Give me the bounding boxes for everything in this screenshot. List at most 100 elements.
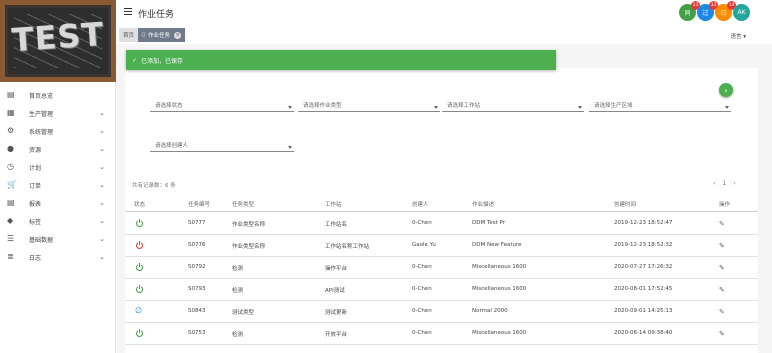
logo-text: TEST xyxy=(10,14,106,60)
notification-button-0[interactable]: 同 23 xyxy=(679,1,700,21)
column-header[interactable]: 状态 xyxy=(134,200,145,208)
sidebar-item-label: 资源 xyxy=(29,146,42,154)
sidebar-item-7[interactable]: ◆ 标签 ⌄ xyxy=(0,212,116,230)
link-icon: ∅ xyxy=(135,306,142,315)
chevron-down-icon: ⌄ xyxy=(99,217,105,225)
table-cell-time: 2020-06-14 09:38:40 xyxy=(614,330,673,336)
table-cell-creator: 0-Chen xyxy=(412,308,432,314)
edit-icon[interactable]: ✎ xyxy=(719,308,725,316)
column-header[interactable]: 任务类型 xyxy=(232,200,254,208)
tab-home[interactable]: 首页 xyxy=(119,28,139,42)
language-selector[interactable]: 语言 ▾ xyxy=(730,32,746,40)
sidebar-item-6[interactable]: ▤ 报表 ⌄ xyxy=(0,194,116,212)
filter-select-0[interactable]: 请选择状态 xyxy=(150,100,294,112)
tag-icon: ◆ xyxy=(7,216,14,225)
sidebar-item-3[interactable]: ● 资源 ⌄ xyxy=(0,140,116,158)
sidebar: TEST ▤ 首页总览 ▦ 生产管理 ⌄ ⚙ 系统管理 ⌄ ● 资源 ⌄ ◷ 计划 ⌄ 🛒 订单 ⌄ ▤ 报表 ⌄ ◆ 标… xyxy=(0,0,116,353)
notification-button-1[interactable]: 过 33 xyxy=(697,1,718,21)
table-cell-type: 测试类型 xyxy=(232,310,255,316)
doc-icon: ▤ xyxy=(7,198,15,207)
power-icon xyxy=(136,219,143,227)
column-header[interactable]: 操作 xyxy=(719,200,730,208)
table-cell-creator: Gaole Yu xyxy=(412,242,436,248)
edit-icon[interactable]: ✎ xyxy=(719,286,725,294)
sidebar-item-0[interactable]: ▤ 首页总览 xyxy=(0,86,116,104)
table-cell-type: 检测 xyxy=(232,332,244,338)
dropdown-arrow-icon xyxy=(434,106,438,109)
sidebar-item-2[interactable]: ⚙ 系统管理 ⌄ xyxy=(0,122,116,140)
table-cell-time: 2020-08-01 17:52:45 xyxy=(614,286,673,292)
pagination: ‹ 1 › xyxy=(713,180,736,187)
sidebar-item-5[interactable]: 🛒 订单 ⌄ xyxy=(0,176,116,194)
cart-icon: 🛒 xyxy=(7,180,17,189)
sidebar-item-8[interactable]: ☰ 基础数据 ⌄ xyxy=(0,230,116,248)
next-page-button[interactable]: › xyxy=(733,180,735,187)
filter-select-1[interactable]: 请选择作业类型 xyxy=(298,100,440,112)
table-cell-station: 工作站名 xyxy=(325,222,348,228)
notification-button-2[interactable]: 日 14 xyxy=(715,1,736,21)
table-cell-time: 2019-12-23 18:52:47 xyxy=(614,220,673,226)
filter-select-3[interactable]: 请选择生产区域 xyxy=(589,100,731,112)
circle-icon: ● xyxy=(7,144,14,153)
sidebar-item-1[interactable]: ▦ 生产管理 ⌄ xyxy=(0,104,116,122)
table-cell-creator: 0-Chen xyxy=(412,330,432,336)
chevron-down-icon: ⌄ xyxy=(99,253,105,261)
table-cell-station: 测试更新 xyxy=(325,310,348,316)
power-icon xyxy=(136,241,143,249)
column-header[interactable]: 工作站 xyxy=(325,200,342,208)
table-row[interactable]: ∅ S0843 测试类型 测试更新 0-Chen Normal 2000 2020-09-0… xyxy=(125,301,758,323)
table-row[interactable]: S0753 检测 开放平台 0-Chen Miscellaneous 1600 2020-… xyxy=(125,323,758,345)
table-cell-id: S0843 xyxy=(188,308,206,314)
table-cell-time: 2020-07-27 17:26:32 xyxy=(614,264,673,270)
prev-page-button[interactable]: ‹ xyxy=(713,180,715,187)
close-icon[interactable]: × xyxy=(174,31,182,39)
logo: TEST xyxy=(0,0,116,82)
page-title: 作业任务 xyxy=(138,10,175,20)
sidebar-menu: ▤ 首页总览 ▦ 生产管理 ⌄ ⚙ 系统管理 ⌄ ● 资源 ⌄ ◷ 计划 ⌄ 🛒 订单 ⌄ ▤ 报表 ⌄ ◆ 标签 ⌄ ☰ 基础… xyxy=(0,86,116,266)
filter-select-2[interactable]: 请选择工作站 xyxy=(442,100,584,112)
language-label: 语言 xyxy=(730,34,742,40)
notification-label: 日 xyxy=(720,10,727,17)
edit-icon[interactable]: ✎ xyxy=(719,220,725,228)
power-icon xyxy=(136,285,143,293)
edit-icon[interactable]: ✎ xyxy=(719,242,725,250)
column-header[interactable]: 作业描述 xyxy=(472,200,494,208)
table-row[interactable]: S0793 检测 API测试 0-Chen Miscellaneous 1600 2020… xyxy=(125,279,758,301)
table-row[interactable]: S0777 作业类型名称 工作站名 0-Chen DDM Test Pr 2019-12-… xyxy=(125,213,758,235)
sidebar-item-9[interactable]: ≣ 日志 ⌄ xyxy=(0,248,116,266)
table-cell-station: 开放平台 xyxy=(325,332,348,338)
sidebar-item-4[interactable]: ◷ 计划 ⌄ xyxy=(0,158,116,176)
table-cell-station: 工作站名称工作站 xyxy=(325,244,370,250)
filter-label: 请选择工作站 xyxy=(447,103,481,109)
notification-label: 过 xyxy=(702,10,709,17)
table-cell-type: 作业类型名称 xyxy=(232,222,266,228)
table-row[interactable]: S0776 作业类型名称 工作站名称工作站 Gaole Yu DDM New Featu… xyxy=(125,235,758,257)
expand-arrow-button[interactable]: › xyxy=(719,83,733,97)
hamburger-menu-icon[interactable] xyxy=(124,8,132,16)
table-cell-desc: Miscellaneous 1600 xyxy=(472,264,527,270)
column-header[interactable]: 创建时间 xyxy=(614,200,636,208)
chevron-down-icon: ⌄ xyxy=(99,145,105,153)
notification-label: 同 xyxy=(684,10,691,17)
table-cell-creator: 0-Chen xyxy=(412,220,432,226)
filter-select-4[interactable]: 请选择创建人 xyxy=(150,140,294,152)
notification-button-3[interactable]: AK xyxy=(733,4,750,21)
sidebar-item-label: 基础数据 xyxy=(29,236,54,244)
page-number[interactable]: 1 xyxy=(722,180,726,187)
column-header[interactable]: 创建人 xyxy=(412,200,429,208)
table-header: 状态 任务编号 任务类型 工作站 创建人 作业描述 创建时间 操作 xyxy=(125,194,758,212)
power-icon xyxy=(136,329,143,337)
column-header[interactable]: 任务编号 xyxy=(188,200,210,208)
toast-message: 已添加，已保存 xyxy=(141,57,184,65)
dashboard-icon: ▤ xyxy=(7,90,15,99)
tab-label: 作业任务 xyxy=(148,33,171,39)
clock-icon: ◷ xyxy=(7,162,14,171)
edit-icon[interactable]: ✎ xyxy=(719,264,725,272)
table-row[interactable]: S0792 检测 操作平台 0-Chen Miscellaneous 1600 2020-… xyxy=(125,257,758,279)
check-circle-icon: ✓ xyxy=(132,56,138,64)
server-icon: ☰ xyxy=(7,234,15,243)
edit-icon[interactable]: ✎ xyxy=(719,330,725,338)
table-cell-station: 操作平台 xyxy=(325,266,348,272)
tab-active-task[interactable]: ▯ 作业任务 × xyxy=(138,28,186,42)
record-count: 共有记录数：6 条 xyxy=(132,183,176,189)
